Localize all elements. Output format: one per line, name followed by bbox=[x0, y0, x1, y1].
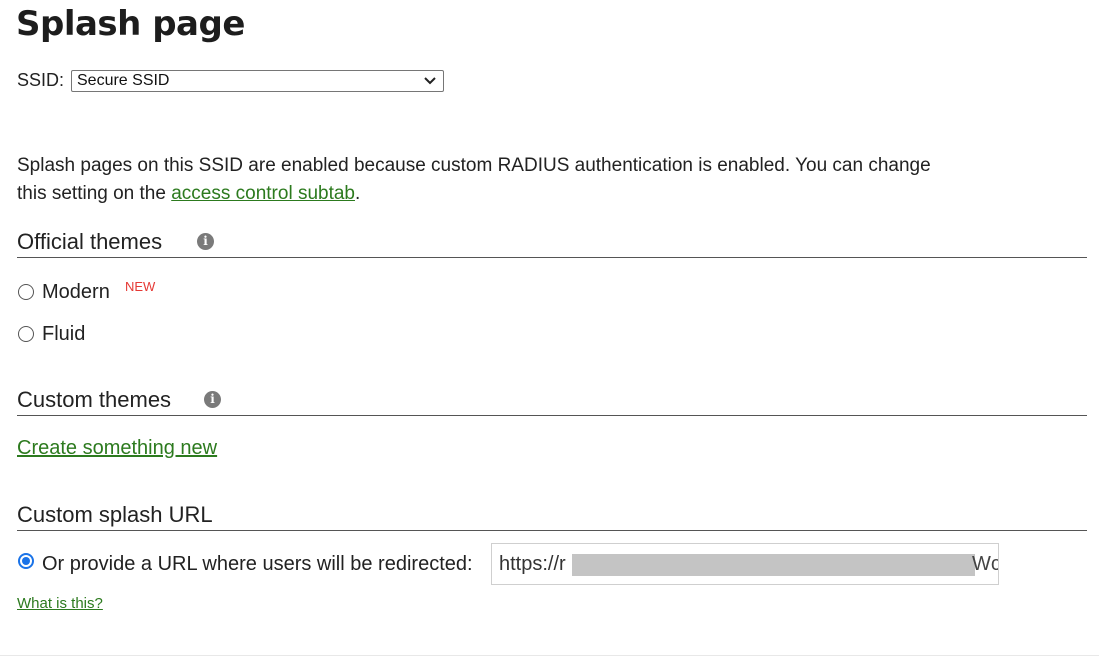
page-title: Splash page bbox=[16, 4, 245, 44]
option-fluid-label: Fluid bbox=[42, 323, 86, 345]
section-divider bbox=[17, 530, 1087, 531]
option-modern-label: Modern bbox=[42, 281, 110, 303]
new-badge: NEW bbox=[125, 279, 156, 294]
ssid-label: SSID: bbox=[17, 70, 65, 90]
custom-splash-url-title: Custom splash URL bbox=[17, 502, 213, 527]
create-something-new-link[interactable]: Create something new bbox=[17, 437, 217, 460]
ssid-select[interactable]: Secure SSID bbox=[71, 70, 444, 92]
custom-url-option-label: Or provide a URL where users will be red… bbox=[42, 553, 473, 575]
access-control-subtab-link[interactable]: access control subtab bbox=[171, 183, 355, 204]
radio-fluid[interactable] bbox=[18, 326, 34, 342]
splash-description: Splash pages on this SSID are enabled be… bbox=[17, 152, 957, 208]
redaction-block bbox=[572, 554, 975, 576]
chevron-down-icon bbox=[424, 77, 436, 85]
radio-custom-url[interactable] bbox=[18, 553, 34, 569]
info-icon[interactable]: i bbox=[204, 391, 221, 408]
section-divider bbox=[17, 257, 1087, 258]
url-suffix: Wc bbox=[972, 553, 999, 575]
custom-url-input[interactable]: https://r Wc bbox=[491, 543, 999, 585]
custom-themes-title: Custom themes bbox=[17, 387, 172, 412]
radio-modern[interactable] bbox=[18, 284, 34, 300]
footer-divider bbox=[0, 655, 1099, 656]
info-icon[interactable]: i bbox=[197, 233, 214, 250]
what-is-this-link[interactable]: What is this? bbox=[17, 595, 103, 612]
url-prefix: https://r bbox=[499, 553, 566, 575]
ssid-selected-value: Secure SSID bbox=[77, 72, 170, 89]
section-divider bbox=[17, 415, 1087, 416]
description-text: Splash pages on this SSID are enabled be… bbox=[17, 155, 931, 204]
official-themes-title: Official themes bbox=[17, 229, 163, 254]
description-end: . bbox=[354, 183, 361, 204]
